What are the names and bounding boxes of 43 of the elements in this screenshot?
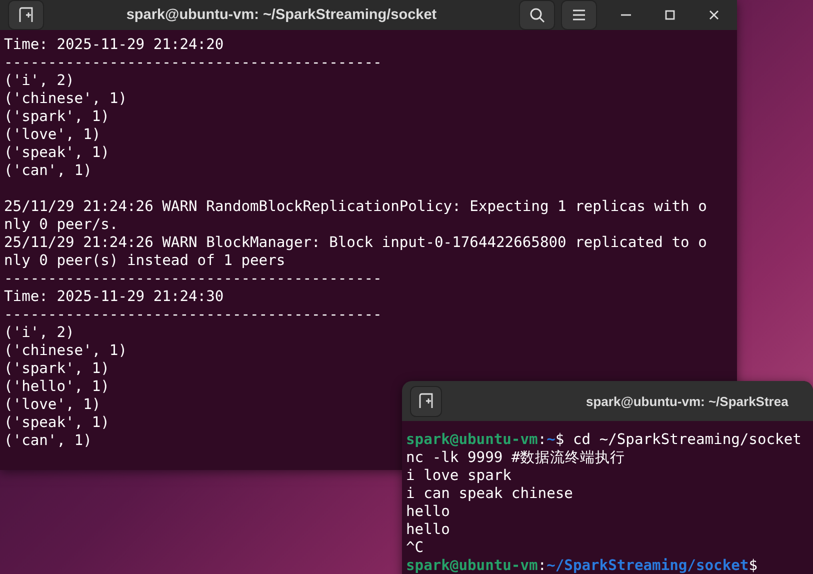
- new-tab-icon: [417, 393, 435, 409]
- terminal-line: nc -lk 9999 #数据流终端执行: [406, 449, 626, 467]
- terminal-line: nly 0 peer/s.: [4, 216, 118, 234]
- window-title: spark@ubuntu-vm: ~/SparkStrea: [586, 394, 788, 408]
- search-icon: [529, 7, 545, 23]
- terminal-line: ('can', 1): [4, 432, 92, 450]
- terminal-line: ('chinese', 1): [4, 90, 128, 108]
- terminal-line: 25/11/29 21:24:26 WARN RandomBlockReplicationPolicy: Expecting 1 replicas with o: [4, 198, 707, 216]
- menu-button[interactable]: [561, 0, 597, 30]
- terminal-line: ('love', 1): [4, 396, 101, 414]
- terminal-line: Time: 2025-11-29 21:24:30: [4, 288, 224, 306]
- menu-icon: [572, 9, 586, 21]
- terminal-line: i love spark: [406, 467, 512, 485]
- terminal-line: i can speak chinese: [406, 485, 573, 503]
- minimize-icon: [621, 14, 631, 16]
- terminal-line: ('i', 2): [4, 72, 74, 90]
- prompt-line: spark@ubuntu-vm:~/SparkStreaming/socket$: [406, 557, 758, 574]
- window-title: spark@ubuntu-vm: ~/SparkStreaming/socket: [126, 7, 437, 23]
- search-button[interactable]: [519, 0, 555, 30]
- terminal-line: 25/11/29 21:24:26 WARN BlockManager: Block input-0-1764422665800 replicated to o: [4, 234, 707, 252]
- new-tab-button[interactable]: [410, 386, 442, 416]
- close-icon: [709, 10, 719, 20]
- terminal-line: hello: [406, 521, 450, 539]
- terminal-line: ('speak', 1): [4, 144, 110, 162]
- maximize-icon: [665, 10, 675, 20]
- terminal-line: ('chinese', 1): [4, 342, 128, 360]
- terminal-line: ('speak', 1): [4, 414, 110, 432]
- prompt-line: spark@ubuntu-vm:~$ cd ~/SparkStreaming/socket: [406, 431, 802, 449]
- terminal-line: ('love', 1): [4, 126, 101, 144]
- terminal-line: ('i', 2): [4, 324, 74, 342]
- terminal-line: ('spark', 1): [4, 108, 110, 126]
- terminal-line: -------------------------------------------: [4, 306, 382, 324]
- terminal-line: -------------------------------------------: [4, 54, 382, 72]
- terminal-line: -------------------------------------------: [4, 270, 382, 288]
- terminal-line: Time: 2025-11-29 21:24:20: [4, 36, 224, 54]
- terminal-line: ('hello', 1): [4, 378, 110, 396]
- terminal-line: ^C: [406, 539, 424, 557]
- terminal-line: nly 0 peer(s) instead of 1 peers: [4, 252, 286, 270]
- new-tab-icon: [17, 7, 35, 23]
- terminal-line: ('spark', 1): [4, 360, 110, 378]
- terminal-line: ('can', 1): [4, 162, 92, 180]
- terminal-line: hello: [406, 503, 450, 521]
- new-tab-button[interactable]: [8, 0, 44, 30]
